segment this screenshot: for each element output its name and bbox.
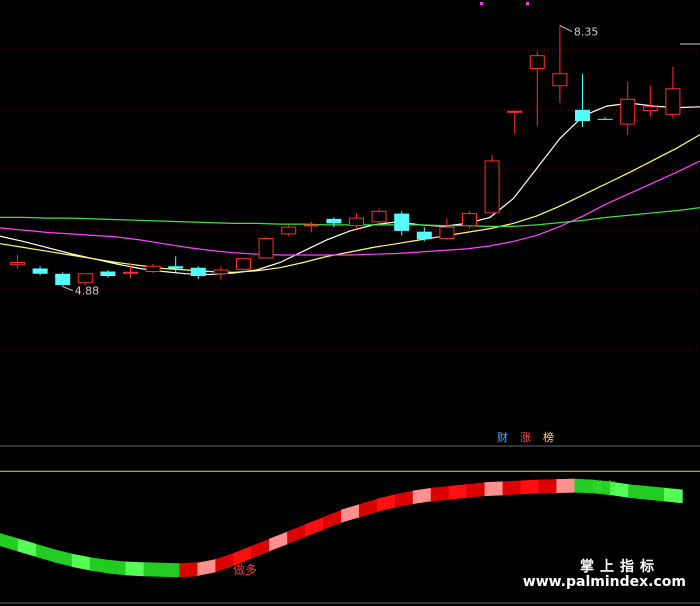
indicator-segment: [394, 490, 414, 508]
candle-body: [100, 271, 116, 277]
candle-body: [349, 217, 364, 227]
indicator-bottom-label: 做多: [233, 562, 257, 577]
candle-body: [462, 213, 477, 227]
candle-body: [258, 237, 274, 259]
tag-bang: 榜: [543, 431, 554, 444]
indicator-segment: [35, 543, 55, 563]
moving-average-lines: [0, 102, 700, 276]
indicator-segment: [502, 480, 522, 496]
candlestick-chart: 8.35 4.88 做多 做空: [0, 2, 700, 604]
candle-body: [32, 268, 48, 274]
indicator-segment: [17, 538, 37, 557]
indicator-segment: [412, 487, 432, 504]
indicator-segment: [179, 562, 198, 578]
indicator-segment: [664, 487, 683, 504]
candle-body: [77, 273, 93, 284]
indicator-segment: [269, 531, 288, 552]
indicator-segment: [251, 538, 270, 559]
indicator-segment: [53, 549, 73, 567]
candles: [10, 25, 681, 287]
tag-zhang: 涨: [520, 431, 531, 444]
candle-body: [552, 73, 568, 87]
top-markers: [62, 2, 573, 292]
candle-body: [371, 210, 387, 223]
watermark-url: www.palmindex.com: [522, 574, 686, 590]
watermark-title: 掌上指标: [580, 559, 660, 575]
candle-body: [394, 213, 410, 231]
indicator-segment: [125, 561, 145, 577]
tag-cai: 财: [497, 431, 508, 444]
candle-body: [439, 226, 455, 239]
indicator-segment: [0, 533, 19, 552]
candle-body: [303, 224, 319, 227]
candle-body: [326, 218, 342, 224]
high-leader: [559, 25, 573, 33]
indicator-segment: [287, 524, 306, 545]
candle-body: [55, 273, 71, 286]
indicator-segment: [341, 504, 360, 523]
indicator-segment: [574, 478, 593, 494]
indicator-segment: [107, 559, 127, 576]
indicator-segment: [646, 486, 665, 502]
low-price-label: 4.88: [75, 285, 100, 298]
indicator-segment: [143, 562, 163, 577]
candle-body: [10, 261, 25, 266]
candle-body: [236, 258, 251, 270]
indicator-segment: [430, 486, 450, 502]
candle-body: [281, 226, 297, 235]
indicator-segment: [538, 479, 557, 494]
indicator-segment: [484, 481, 504, 497]
candle-body: [145, 265, 161, 273]
indicator-segment: [197, 559, 216, 576]
indicator-segment: [466, 482, 486, 498]
indicator-segment: [628, 484, 647, 500]
candle-body: [190, 267, 206, 277]
marker-dot: [526, 2, 529, 5]
high-price-label: 8.35: [574, 26, 599, 39]
candle-body: [484, 160, 500, 214]
candle-body: [665, 88, 681, 115]
candle-body: [168, 266, 184, 269]
candle-body: [213, 269, 229, 275]
indicator-segment: [520, 479, 540, 495]
indicator-segment: [161, 562, 181, 578]
indicator-segment: [71, 553, 91, 571]
indicator-segment: [359, 498, 378, 518]
marker-dot: [480, 2, 483, 5]
indicator-segment: [448, 484, 468, 500]
indicator-segment: [556, 478, 575, 493]
indicator-top-label: 做空: [592, 479, 616, 494]
candle-body: [416, 231, 432, 240]
indicator-segment: [323, 509, 342, 530]
indicator-segment: [305, 517, 324, 537]
candle-body: [507, 110, 523, 113]
ma-line-1: [0, 134, 700, 273]
indicator-segment: [89, 557, 109, 574]
candle-body: [529, 55, 545, 69]
candle-body: [642, 106, 658, 112]
candle-body: [575, 109, 590, 122]
indicator-segment: [215, 553, 234, 573]
candle-body: [123, 271, 138, 274]
candle-body: [620, 98, 636, 125]
candle-body: [597, 118, 613, 120]
indicator-segment: [376, 494, 396, 512]
chart-stage: 8.35 4.88 做多 做空 财 涨 榜 掌上指标 www.palmindex…: [0, 0, 700, 606]
ma-line-2: [0, 160, 700, 256]
